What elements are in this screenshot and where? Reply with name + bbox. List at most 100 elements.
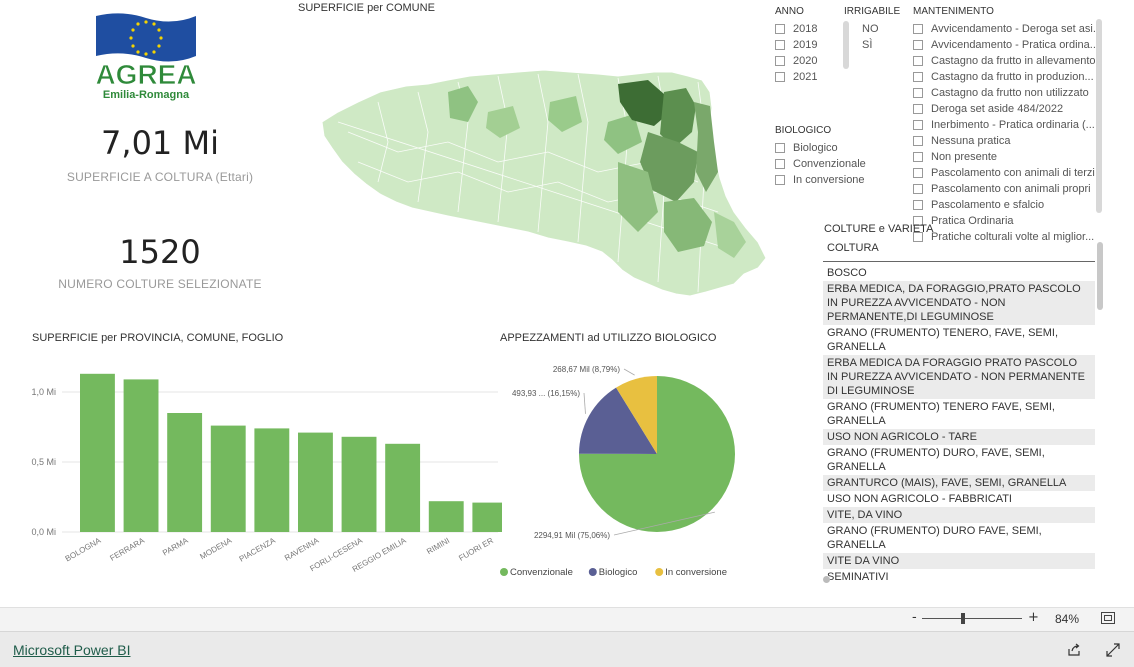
biologico-option[interactable]: Convenzionale (775, 156, 895, 172)
checkbox-icon[interactable] (913, 184, 923, 194)
checkbox-icon[interactable] (775, 143, 785, 153)
legend-label[interactable]: Biologico (599, 567, 638, 578)
checkbox-icon[interactable] (913, 200, 923, 210)
leader-line (623, 368, 635, 376)
checkbox-icon[interactable] (775, 40, 785, 50)
bar[interactable] (428, 501, 464, 532)
mantenimento-option[interactable]: Pascolamento con animali propri (913, 181, 1099, 197)
pie-data-label: 2294,91 Mil (75,06%) (534, 531, 610, 540)
biologico-slicer-title: BIOLOGICO (775, 125, 832, 136)
table-row[interactable]: GRANO (FRUMENTO) DURO, FAVE, SEMI, GRANE… (823, 445, 1095, 475)
x-tick-label: FERRARA (108, 536, 146, 563)
footer-bar (0, 631, 1134, 667)
table-row[interactable]: GRANO (FRUMENTO) DURO FAVE, SEMI, GRANEL… (823, 523, 1095, 553)
table-row[interactable]: SEMINATIVI (823, 569, 1095, 580)
bar[interactable] (341, 436, 377, 532)
zoom-out-button[interactable]: - (912, 610, 917, 625)
horizontal-scroll-handle[interactable] (823, 576, 830, 583)
irrigabile-slicer-title: IRRIGABILE (844, 6, 901, 17)
power-bi-link[interactable]: Microsoft Power BI (13, 642, 130, 658)
checkbox-icon[interactable] (775, 159, 785, 169)
anno-option[interactable]: 2018 (775, 21, 835, 37)
bar[interactable] (80, 373, 115, 532)
x-tick-label: PIACENZA (238, 536, 278, 564)
table-row[interactable]: USO NON AGRICOLO - FABBRICATI (823, 491, 1095, 507)
anno-option[interactable]: 2021 (775, 69, 835, 85)
table-row[interactable]: GRANO (FRUMENTO) TENERO, FAVE, SEMI, GRA… (823, 325, 1095, 355)
bar[interactable] (123, 379, 159, 532)
mantenimento-option[interactable]: Castagno da frutto non utilizzato (913, 85, 1099, 101)
table-column-header[interactable]: COLTURA (823, 238, 1095, 262)
checkbox-icon[interactable] (775, 24, 785, 34)
anno-slicer-title: ANNO (775, 6, 804, 17)
table-row[interactable]: GRANO (FRUMENTO) TENERO FAVE, SEMI, GRAN… (823, 399, 1095, 429)
zoom-slider-thumb[interactable] (961, 613, 965, 624)
zoom-level: 84% (1055, 612, 1080, 626)
table-row[interactable]: ERBA MEDICA, DA FORAGGIO,PRATO PASCOLO I… (823, 281, 1095, 325)
checkbox-icon[interactable] (913, 40, 923, 50)
irrigabile-scrollbar[interactable] (843, 21, 849, 69)
checkbox-icon[interactable] (775, 175, 785, 185)
mantenimento-option[interactable]: Avvicendamento - Pratica ordina... (913, 37, 1099, 53)
pie-data-label: 268,67 Mil (8,79%) (553, 365, 620, 374)
mantenimento-option[interactable]: Non presente (913, 149, 1099, 165)
mantenimento-scrollbar[interactable] (1096, 19, 1102, 213)
mantenimento-option[interactable]: Deroga set aside 484/2022 (913, 101, 1099, 117)
bar-chart-title: SUPERFICIE per PROVINCIA, COMUNE, FOGLIO (32, 332, 284, 344)
mantenimento-option[interactable]: Castagno da frutto in allevamento (913, 53, 1099, 69)
bar[interactable] (385, 443, 421, 532)
pie-data-label: 493,93 ... (16,15%) (512, 389, 580, 398)
legend-label[interactable]: In conversione (665, 567, 727, 578)
fit-to-page-icon[interactable] (1101, 612, 1115, 624)
legend-marker (655, 568, 664, 576)
table-title: COLTURE e VARIETA (824, 223, 934, 235)
mantenimento-option[interactable]: Inerbimento - Pratica ordinaria (... (913, 117, 1099, 133)
bar[interactable] (298, 432, 333, 532)
mantenimento-option[interactable]: Avvicendamento - Deroga set asi... (913, 21, 1099, 37)
table-row[interactable]: VITE DA VINO (823, 553, 1095, 569)
checkbox-icon[interactable] (913, 152, 923, 162)
checkbox-icon[interactable] (913, 56, 923, 66)
table-row[interactable]: USO NON AGRICOLO - TARE (823, 429, 1095, 445)
checkbox-icon[interactable] (913, 88, 923, 98)
checkbox-icon[interactable] (913, 120, 923, 130)
checkbox-icon[interactable] (913, 24, 923, 34)
table-row[interactable]: ERBA MEDICA DA FORAGGIO PRATO PASCOLO IN… (823, 355, 1095, 399)
count-kpi-label: NUMERO COLTURE SELEZIONATE (58, 277, 262, 291)
table-row[interactable]: VITE, DA VINO (823, 507, 1095, 523)
checkbox-icon[interactable] (913, 72, 923, 82)
mantenimento-option[interactable]: Pratica Ordinaria (913, 213, 1099, 229)
bar[interactable] (167, 413, 203, 532)
legend-label[interactable]: Convenzionale (510, 567, 573, 578)
share-icon[interactable] (1067, 643, 1081, 657)
irrigabile-option[interactable]: NO (852, 21, 902, 37)
table-scrollbar[interactable] (1097, 242, 1103, 310)
mantenimento-option[interactable]: Nessuna pratica (913, 133, 1099, 149)
checkbox-icon[interactable] (913, 136, 923, 146)
zoom-in-button[interactable]: + (1028, 610, 1039, 625)
table-row[interactable]: GRANTURCO (MAIS), FAVE, SEMI, GRANELLA (823, 475, 1095, 491)
checkbox-icon[interactable] (913, 104, 923, 114)
anno-option[interactable]: 2020 (775, 53, 835, 69)
mantenimento-option[interactable]: Castagno da frutto in produzion... (913, 69, 1099, 85)
checkbox-icon[interactable] (775, 72, 785, 82)
x-tick-label: RIMINI (425, 536, 451, 556)
pie-chart[interactable]: 2294,91 Mil (75,06%) 493,93 ... (16,15%) 2… (492, 348, 792, 588)
checkbox-icon[interactable] (913, 168, 923, 178)
table-row[interactable]: BOSCO (823, 265, 1095, 281)
bar[interactable] (254, 428, 290, 532)
mantenimento-option[interactable]: Pascolamento con animali di terzi (913, 165, 1099, 181)
irrigabile-option[interactable]: SÌ (852, 37, 902, 53)
mantenimento-option[interactable]: Pascolamento e sfalcio (913, 197, 1099, 213)
mantenimento-slicer: Avvicendamento - Deroga set asi... Avvic… (913, 21, 1099, 248)
municipality-map[interactable] (318, 62, 776, 300)
zoom-slider-track[interactable] (922, 618, 1022, 619)
bar[interactable] (210, 425, 246, 532)
biologico-option[interactable]: In conversione (775, 172, 895, 188)
anno-option[interactable]: 2019 (775, 37, 835, 53)
bar-chart[interactable]: 0,0 Mi 0,5 Mi 1,0 Mi BOLOGNA FERRARA PARMA MOD… (18, 360, 502, 575)
biologico-option[interactable]: Biologico (775, 140, 895, 156)
x-tick-label: FUORI ER (457, 536, 495, 563)
checkbox-icon[interactable] (775, 56, 785, 66)
fullscreen-icon[interactable] (1106, 643, 1120, 657)
